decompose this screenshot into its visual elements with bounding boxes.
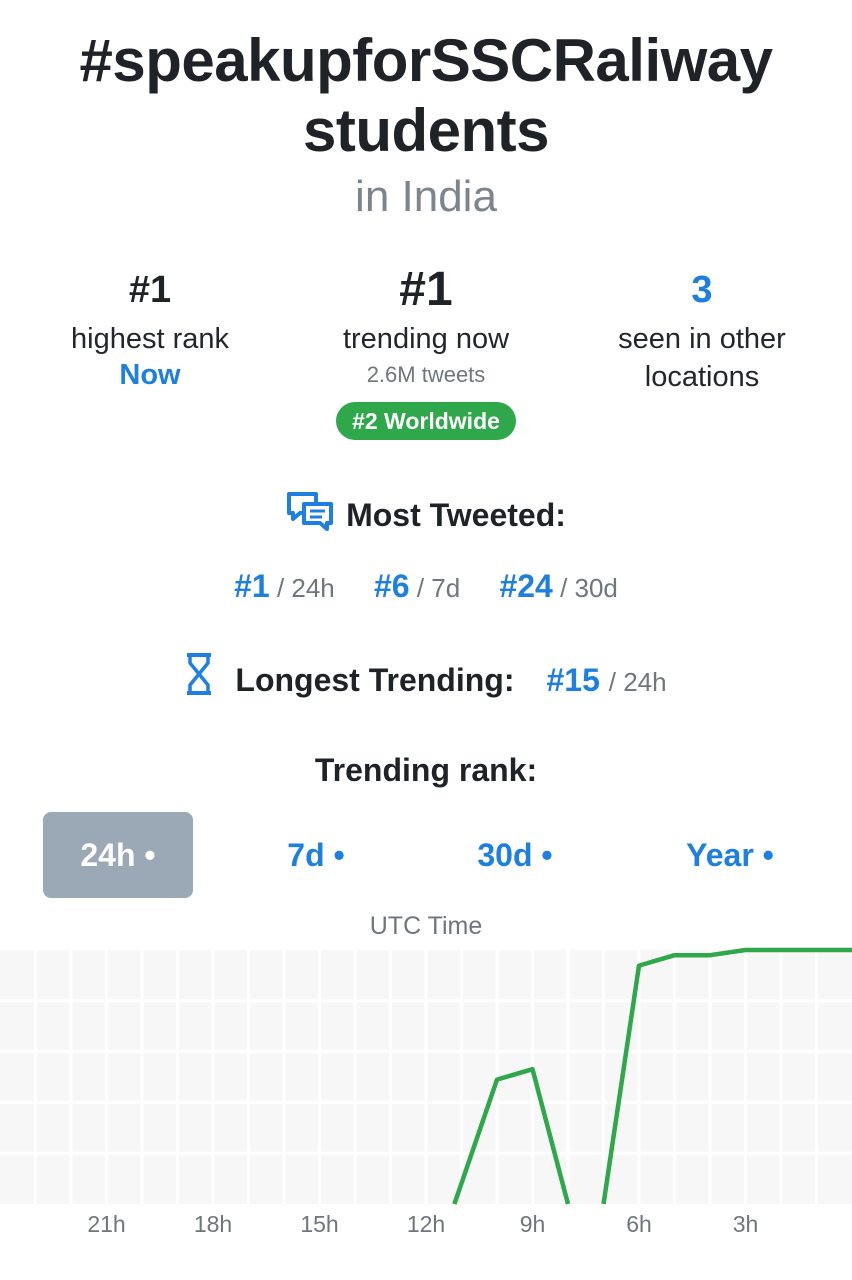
x-tick-label: 6h [626, 1211, 652, 1237]
longest-trending-rank[interactable]: #15 [546, 662, 599, 698]
hashtag-title: #speakupforSSCRaliway students [0, 26, 852, 166]
most-tweeted-7d[interactable]: #6 / 7d [374, 566, 460, 608]
hourglass-icon [185, 652, 213, 713]
longest-trending-period: / 24h [608, 667, 667, 697]
tab-30d[interactable]: 30d • [440, 812, 590, 898]
most-tweeted-rank[interactable]: #6 [374, 568, 410, 604]
trending-rank-heading: Trending rank: [314, 752, 538, 788]
title-line-1: #speakupforSSCRaliway [79, 27, 773, 94]
most-tweeted-ranks: #1 / 24h #6 / 7d #24 / 30d [0, 566, 852, 608]
most-tweeted-30d[interactable]: #24 / 30d [499, 566, 617, 608]
stat-other-locations[interactable]: 3 seen in other locations [572, 266, 832, 396]
x-tick-label: 21h [87, 1211, 125, 1237]
most-tweeted-period: / 24h [276, 573, 335, 603]
title-line-2: students [302, 97, 550, 164]
stat-trending-now: #1 trending now 2.6M tweets #2 Worldwide [296, 266, 556, 440]
x-tick-label: 9h [520, 1211, 546, 1237]
other-locations-value[interactable]: 3 [572, 266, 832, 314]
trending-rank-chart: 21h 18h 15h 12h 9h 6h 3h [0, 947, 852, 1237]
tab-7d[interactable]: 7d • [246, 812, 386, 898]
trending-now-label: trending now [342, 323, 510, 355]
x-tick-label: 18h [194, 1211, 232, 1237]
other-locations-label-1: seen in other [618, 323, 786, 355]
chat-bubbles-icon [286, 491, 334, 545]
trending-now-value: #1 [399, 263, 453, 316]
x-tick-label: 12h [407, 1211, 445, 1237]
x-tick-label: 3h [733, 1211, 759, 1237]
most-tweeted-heading: Most Tweeted: [0, 490, 852, 545]
most-tweeted-rank[interactable]: #1 [234, 568, 270, 604]
chart-x-axis-label: UTC Time [369, 912, 483, 940]
tab-24h[interactable]: 24h • [43, 812, 193, 898]
x-tick-label: 15h [300, 1211, 338, 1237]
other-locations-label-2: locations [644, 361, 760, 393]
tweet-count: 2.6M tweets [366, 362, 486, 387]
most-tweeted-rank[interactable]: #24 [499, 568, 552, 604]
tab-year[interactable]: Year • [650, 812, 810, 898]
highest-rank-label: highest rank [71, 323, 229, 355]
location-label: in India [355, 172, 497, 221]
stat-highest-rank: #1 highest rank Now [20, 266, 280, 392]
most-tweeted-label: Most Tweeted: [346, 497, 566, 533]
longest-trending-label: Longest Trending: [235, 662, 515, 698]
chart-ticks: 21h 18h 15h 12h 9h 6h 3h [87, 1211, 758, 1237]
most-tweeted-24h[interactable]: #1 / 24h [234, 566, 335, 608]
most-tweeted-period: / 30d [560, 573, 618, 603]
highest-rank-value: #1 [128, 269, 172, 311]
highest-rank-when: Now [119, 359, 181, 391]
most-tweeted-period: / 7d [416, 573, 461, 603]
longest-trending-row: Longest Trending: #15 / 24h [0, 652, 852, 713]
worldwide-badge[interactable]: #2 Worldwide [336, 402, 516, 440]
